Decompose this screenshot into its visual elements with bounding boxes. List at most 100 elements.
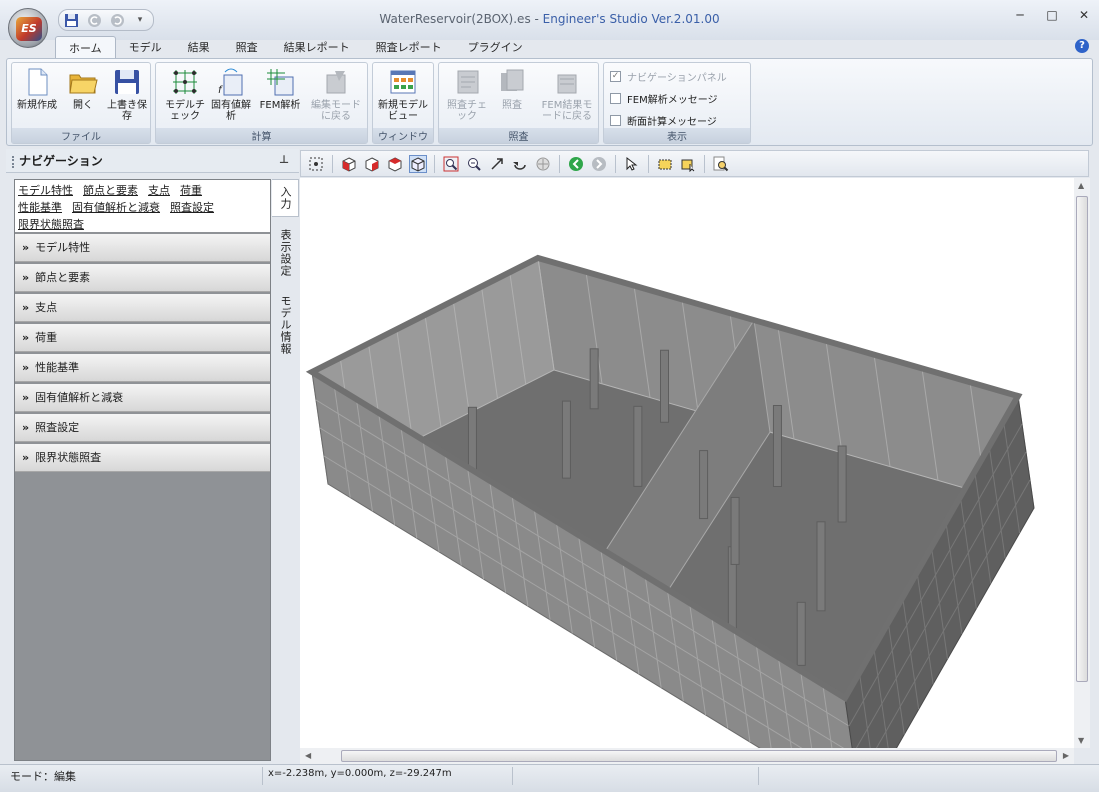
horizontal-scroll-thumb[interactable] xyxy=(341,750,1057,762)
column xyxy=(467,406,477,472)
section-loads[interactable]: » 荷重 xyxy=(15,324,270,352)
zoom-out-icon[interactable] xyxy=(465,155,483,173)
scroll-up-icon[interactable]: ▲ xyxy=(1078,181,1084,190)
group-verify: 照査チェック 照査 FEM結果モードに戻る 照査 xyxy=(438,62,599,144)
column xyxy=(660,349,670,423)
pan-icon[interactable] xyxy=(534,155,552,173)
group-label-display: 表示 xyxy=(604,128,750,143)
column xyxy=(772,405,782,487)
tab-verification-report[interactable]: 照査レポート xyxy=(363,36,455,58)
eigen-analysis-button[interactable]: f 固有値解析 xyxy=(210,67,252,122)
group-calc: モデルチェック f 固有値解析 FEM解析 編集モードに戻る 計算 xyxy=(155,62,368,144)
column xyxy=(699,450,709,520)
link-supports[interactable]: 支点 xyxy=(148,184,170,197)
tab-plugin[interactable]: プラグイン xyxy=(455,36,536,58)
zoom-window-icon[interactable] xyxy=(442,155,460,173)
column xyxy=(816,521,826,612)
link-nodes-elements[interactable]: 節点と要素 xyxy=(83,184,138,197)
group-label-file: ファイル xyxy=(12,128,150,143)
group-window: 新規モデルビュー ウィンドウ xyxy=(372,62,434,144)
model-viewport[interactable] xyxy=(300,178,1074,792)
tab-verification[interactable]: 照査 xyxy=(223,36,271,58)
horizontal-scrollbar[interactable]: ◀ ▶ xyxy=(300,748,1074,764)
column xyxy=(633,405,643,487)
back-to-fem-results-button[interactable]: FEM結果モードに戻る xyxy=(539,67,595,122)
forward-arrow-icon[interactable] xyxy=(590,155,608,173)
window-controls: ─ □ ✕ xyxy=(1011,8,1093,22)
link-loads[interactable]: 荷重 xyxy=(180,184,202,197)
eigen-icon: f xyxy=(218,68,243,96)
back-arrow-icon[interactable] xyxy=(567,155,585,173)
side-tab-model-info[interactable]: モデル情報 xyxy=(272,289,298,361)
section-eigen-damping[interactable]: » 固有値解析と減衰 xyxy=(15,384,270,412)
vertical-scroll-thumb[interactable] xyxy=(1076,196,1088,682)
maximize-button[interactable]: □ xyxy=(1043,8,1061,22)
cube-view-side-icon[interactable] xyxy=(363,155,381,173)
link-limit-state[interactable]: 限界状態照査 xyxy=(18,218,84,231)
open-button[interactable]: 開く xyxy=(62,67,104,111)
fem-icon xyxy=(267,69,294,96)
new-model-view-button[interactable]: 新規モデルビュー xyxy=(376,67,430,122)
minimize-button[interactable]: ─ xyxy=(1011,8,1029,22)
application-button[interactable]: ES xyxy=(8,8,48,48)
link-eigen-damping[interactable]: 固有値解析と減衰 xyxy=(72,201,160,214)
section-limit-state[interactable]: » 限界状態照査 xyxy=(15,444,270,472)
fem-analysis-button[interactable]: FEM解析 xyxy=(256,67,304,111)
side-tab-input[interactable]: 入力 xyxy=(272,179,299,217)
element-select-icon[interactable] xyxy=(679,155,697,173)
fem-message-checkbox[interactable]: FEM解析メッセージ xyxy=(610,91,718,106)
section-message-checkbox[interactable]: 断面計算メッセージ xyxy=(610,113,717,128)
verification-button[interactable]: 照査 xyxy=(491,67,533,111)
help-icon[interactable]: ? xyxy=(1075,39,1089,53)
link-model-properties[interactable]: モデル特性 xyxy=(18,184,73,197)
rotate-icon[interactable] xyxy=(511,155,529,173)
tab-model[interactable]: モデル xyxy=(116,36,175,58)
scroll-down-icon[interactable]: ▼ xyxy=(1078,736,1084,745)
save-button[interactable]: 上書き保存 xyxy=(106,67,148,122)
section-nodes-elements[interactable]: » 節点と要素 xyxy=(15,264,270,292)
navigation-panel: モデル特性 節点と要素 支点 荷重 性能基準 固有値解析と減衰 照査設定 限界状態照査 »… xyxy=(14,179,271,761)
tab-results[interactable]: 結果 xyxy=(175,36,223,58)
reservoir-3d-model[interactable] xyxy=(300,178,1074,792)
group-label-verify: 照査 xyxy=(439,128,598,143)
model-check-button[interactable]: モデルチェック xyxy=(162,67,208,122)
link-verification-settings[interactable]: 照査設定 xyxy=(170,201,214,214)
find-icon[interactable] xyxy=(712,155,730,173)
column xyxy=(730,496,740,565)
column xyxy=(589,348,599,410)
back-to-edit-mode-button[interactable]: 編集モードに戻る xyxy=(308,67,364,122)
cube-view-front-icon[interactable] xyxy=(340,155,358,173)
scroll-left-icon[interactable]: ◀ xyxy=(305,751,311,760)
tab-results-report[interactable]: 結果レポート xyxy=(271,36,363,58)
box-select-icon[interactable] xyxy=(656,155,674,173)
navigation-header: ナビゲーション ⊥ xyxy=(6,149,299,173)
group-label-calc: 計算 xyxy=(156,128,367,143)
cube-view-top-icon[interactable] xyxy=(386,155,404,173)
side-tab-display-settings[interactable]: 表示設定 xyxy=(272,223,298,283)
zoom-extents-icon[interactable] xyxy=(488,155,506,173)
drag-grip-icon[interactable] xyxy=(12,155,15,168)
coordinate-readout: x=-2.238m, y=0.000m, z=-29.247m xyxy=(268,768,452,779)
cube-view-iso-icon[interactable] xyxy=(409,154,427,173)
section-supports[interactable]: » 支点 xyxy=(15,294,270,322)
side-tabs: 入力 表示設定 モデル情報 xyxy=(272,179,299,367)
tab-home[interactable]: ホーム xyxy=(55,36,116,58)
status-bar: モード：編集 x=-2.238m, y=0.000m, z=-29.247m xyxy=(0,764,1099,792)
group-display: ✓ ナビゲーションパネル FEM解析メッセージ 断面計算メッセージ 表示 xyxy=(603,62,751,144)
new-button[interactable]: 新規作成 xyxy=(16,67,58,111)
vertical-scrollbar[interactable]: ▲ ▼ xyxy=(1074,178,1090,748)
verification-check-button[interactable]: 照査チェック xyxy=(443,67,491,122)
nav-panel-checkbox[interactable]: ✓ ナビゲーションパネル xyxy=(610,69,727,84)
select-all-icon[interactable] xyxy=(307,155,325,173)
pointer-select-icon[interactable] xyxy=(623,155,641,173)
section-model-properties[interactable]: » モデル特性 xyxy=(15,234,270,262)
ribbon-tabs: ホーム モデル 結果 照査 結果レポート 照査レポート プラグイン xyxy=(55,36,536,58)
section-verification-settings[interactable]: » 照査設定 xyxy=(15,414,270,442)
close-button[interactable]: ✕ xyxy=(1075,8,1093,22)
scroll-right-icon[interactable]: ▶ xyxy=(1063,751,1069,760)
link-performance-criteria[interactable]: 性能基準 xyxy=(18,201,62,214)
verification-check-icon xyxy=(457,70,479,94)
section-performance-criteria[interactable]: » 性能基準 xyxy=(15,354,270,382)
pin-icon[interactable]: ⊥ xyxy=(279,153,289,166)
mode-indicator: モード：編集 xyxy=(10,770,76,783)
